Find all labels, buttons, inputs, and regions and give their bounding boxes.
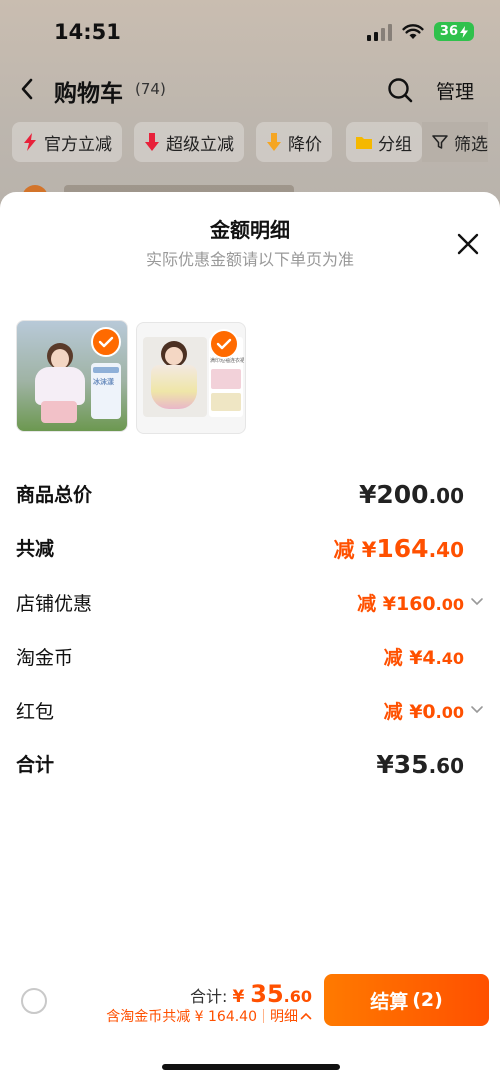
product-thumbnail[interactable]: 冰沫漾 (16, 320, 128, 432)
store-discount-row[interactable]: 店铺优惠 减 ¥160.00 (16, 589, 484, 629)
close-icon[interactable] (456, 232, 480, 256)
grand-total-amount: ¥35.60 (376, 750, 464, 779)
goods-total-amount: ¥200.00 (358, 480, 464, 509)
filter-chip-price-drop[interactable]: 降价 (256, 122, 332, 162)
red-packet-row[interactable]: 红包 减 ¥0.00 (16, 697, 484, 737)
filter-chip-label: 分组 (378, 134, 412, 155)
funnel-icon (432, 135, 448, 149)
row-label: 红包 (16, 701, 55, 723)
saved-summary: 含淘金币共减 ¥ 164.40 明细 (106, 1006, 312, 1026)
selected-check-icon[interactable] (91, 327, 121, 357)
lightning-icon (24, 133, 36, 151)
sheet-title: 金额明细 (210, 218, 290, 242)
filter-button[interactable]: 筛选 (422, 122, 488, 162)
price-drop-icon (267, 133, 281, 151)
selected-check-icon[interactable] (209, 329, 239, 359)
taojinbi-amount: 减 ¥4.40 (383, 647, 464, 669)
filter-chip-official[interactable]: 官方立减 (12, 122, 122, 162)
filter-chip-group[interactable]: 分组 (346, 122, 422, 162)
detail-label: 明细 (270, 1009, 298, 1025)
taojinbi-row: 淘金币 减 ¥4.40 (16, 643, 484, 683)
product-thumbnail[interactable]: 满印短袖连衣裙 (136, 322, 246, 434)
cellular-signal-icon (366, 23, 392, 41)
product-image-label: 冰沫漾 (93, 378, 114, 386)
total-value: ¥ 35.60 (232, 980, 313, 1008)
filter-button-label: 筛选 (454, 134, 488, 155)
back-arrow-icon[interactable] (16, 74, 40, 104)
chevron-up-icon (300, 1012, 312, 1020)
checkout-bar: 合计: ¥ 35.60 含淘金币共减 ¥ 164.40 明细 结算 (2) (0, 966, 500, 1082)
sheet-subtitle: 实际优惠金额请以下单页为准 (145, 250, 354, 269)
total-line: 合计: ¥ 35.60 (190, 980, 312, 1008)
filter-chip-super[interactable]: 超级立减 (134, 122, 244, 162)
search-icon[interactable] (386, 76, 414, 104)
row-label: 店铺优惠 (16, 593, 93, 615)
battery-level: 36 (439, 24, 458, 39)
row-label: 合计 (16, 754, 55, 776)
page-title: 购物车 (54, 81, 123, 107)
checkout-button[interactable]: 结算 (2) (324, 974, 489, 1026)
checkout-count: (2) (412, 989, 443, 1011)
select-all-checkbox[interactable] (21, 988, 47, 1014)
filter-chip-label: 超级立减 (166, 134, 234, 155)
home-indicator (162, 1064, 340, 1070)
red-packet-amount: 减 ¥0.00 (383, 701, 464, 723)
total-reduce-amount: 减 ¥164.40 (333, 534, 464, 563)
chevron-down-icon[interactable] (470, 595, 484, 609)
status-bar: 14:51 36 (0, 0, 500, 64)
folder-icon (356, 137, 372, 149)
filter-chip-row: 官方立减 超级立减 降价 分组 筛选 (0, 122, 500, 164)
row-label: 商品总价 (16, 484, 93, 506)
store-discount-amount: 减 ¥160.00 (357, 593, 464, 615)
status-time: 14:51 (54, 20, 121, 44)
chevron-down-icon[interactable] (470, 703, 484, 717)
charging-bolt-icon (460, 25, 468, 38)
detail-toggle[interactable]: 明细 (270, 1006, 312, 1026)
manage-button[interactable]: 管理 (436, 77, 474, 104)
divider (263, 1009, 264, 1023)
checkout-label: 结算 (370, 990, 409, 1013)
down-arrow-icon (145, 133, 159, 151)
filter-chip-label: 降价 (288, 134, 322, 155)
total-reduce-row: 共减 减 ¥164.40 (16, 534, 484, 574)
row-label: 淘金币 (16, 647, 74, 669)
battery-indicator: 36 (433, 22, 474, 41)
saved-text: 含淘金币共减 ¥ 164.40 (106, 1009, 257, 1025)
navigation-bar: 购物车 (74) 管理 (0, 66, 500, 114)
wifi-icon (402, 23, 424, 39)
goods-total-row: 商品总价 ¥200.00 (16, 480, 484, 520)
row-label: 共减 (16, 538, 55, 560)
filter-chip-label: 官方立减 (44, 134, 112, 155)
grand-total-row: 合计 ¥35.60 (16, 750, 484, 790)
total-label: 合计: (190, 987, 233, 1006)
status-indicators: 36 (366, 22, 474, 41)
amount-detail-sheet: 金额明细 实际优惠金额请以下单页为准 冰沫漾 满印短袖连衣裙 商品总价 ¥200… (0, 192, 500, 1082)
cart-item-count: (74) (135, 80, 166, 98)
